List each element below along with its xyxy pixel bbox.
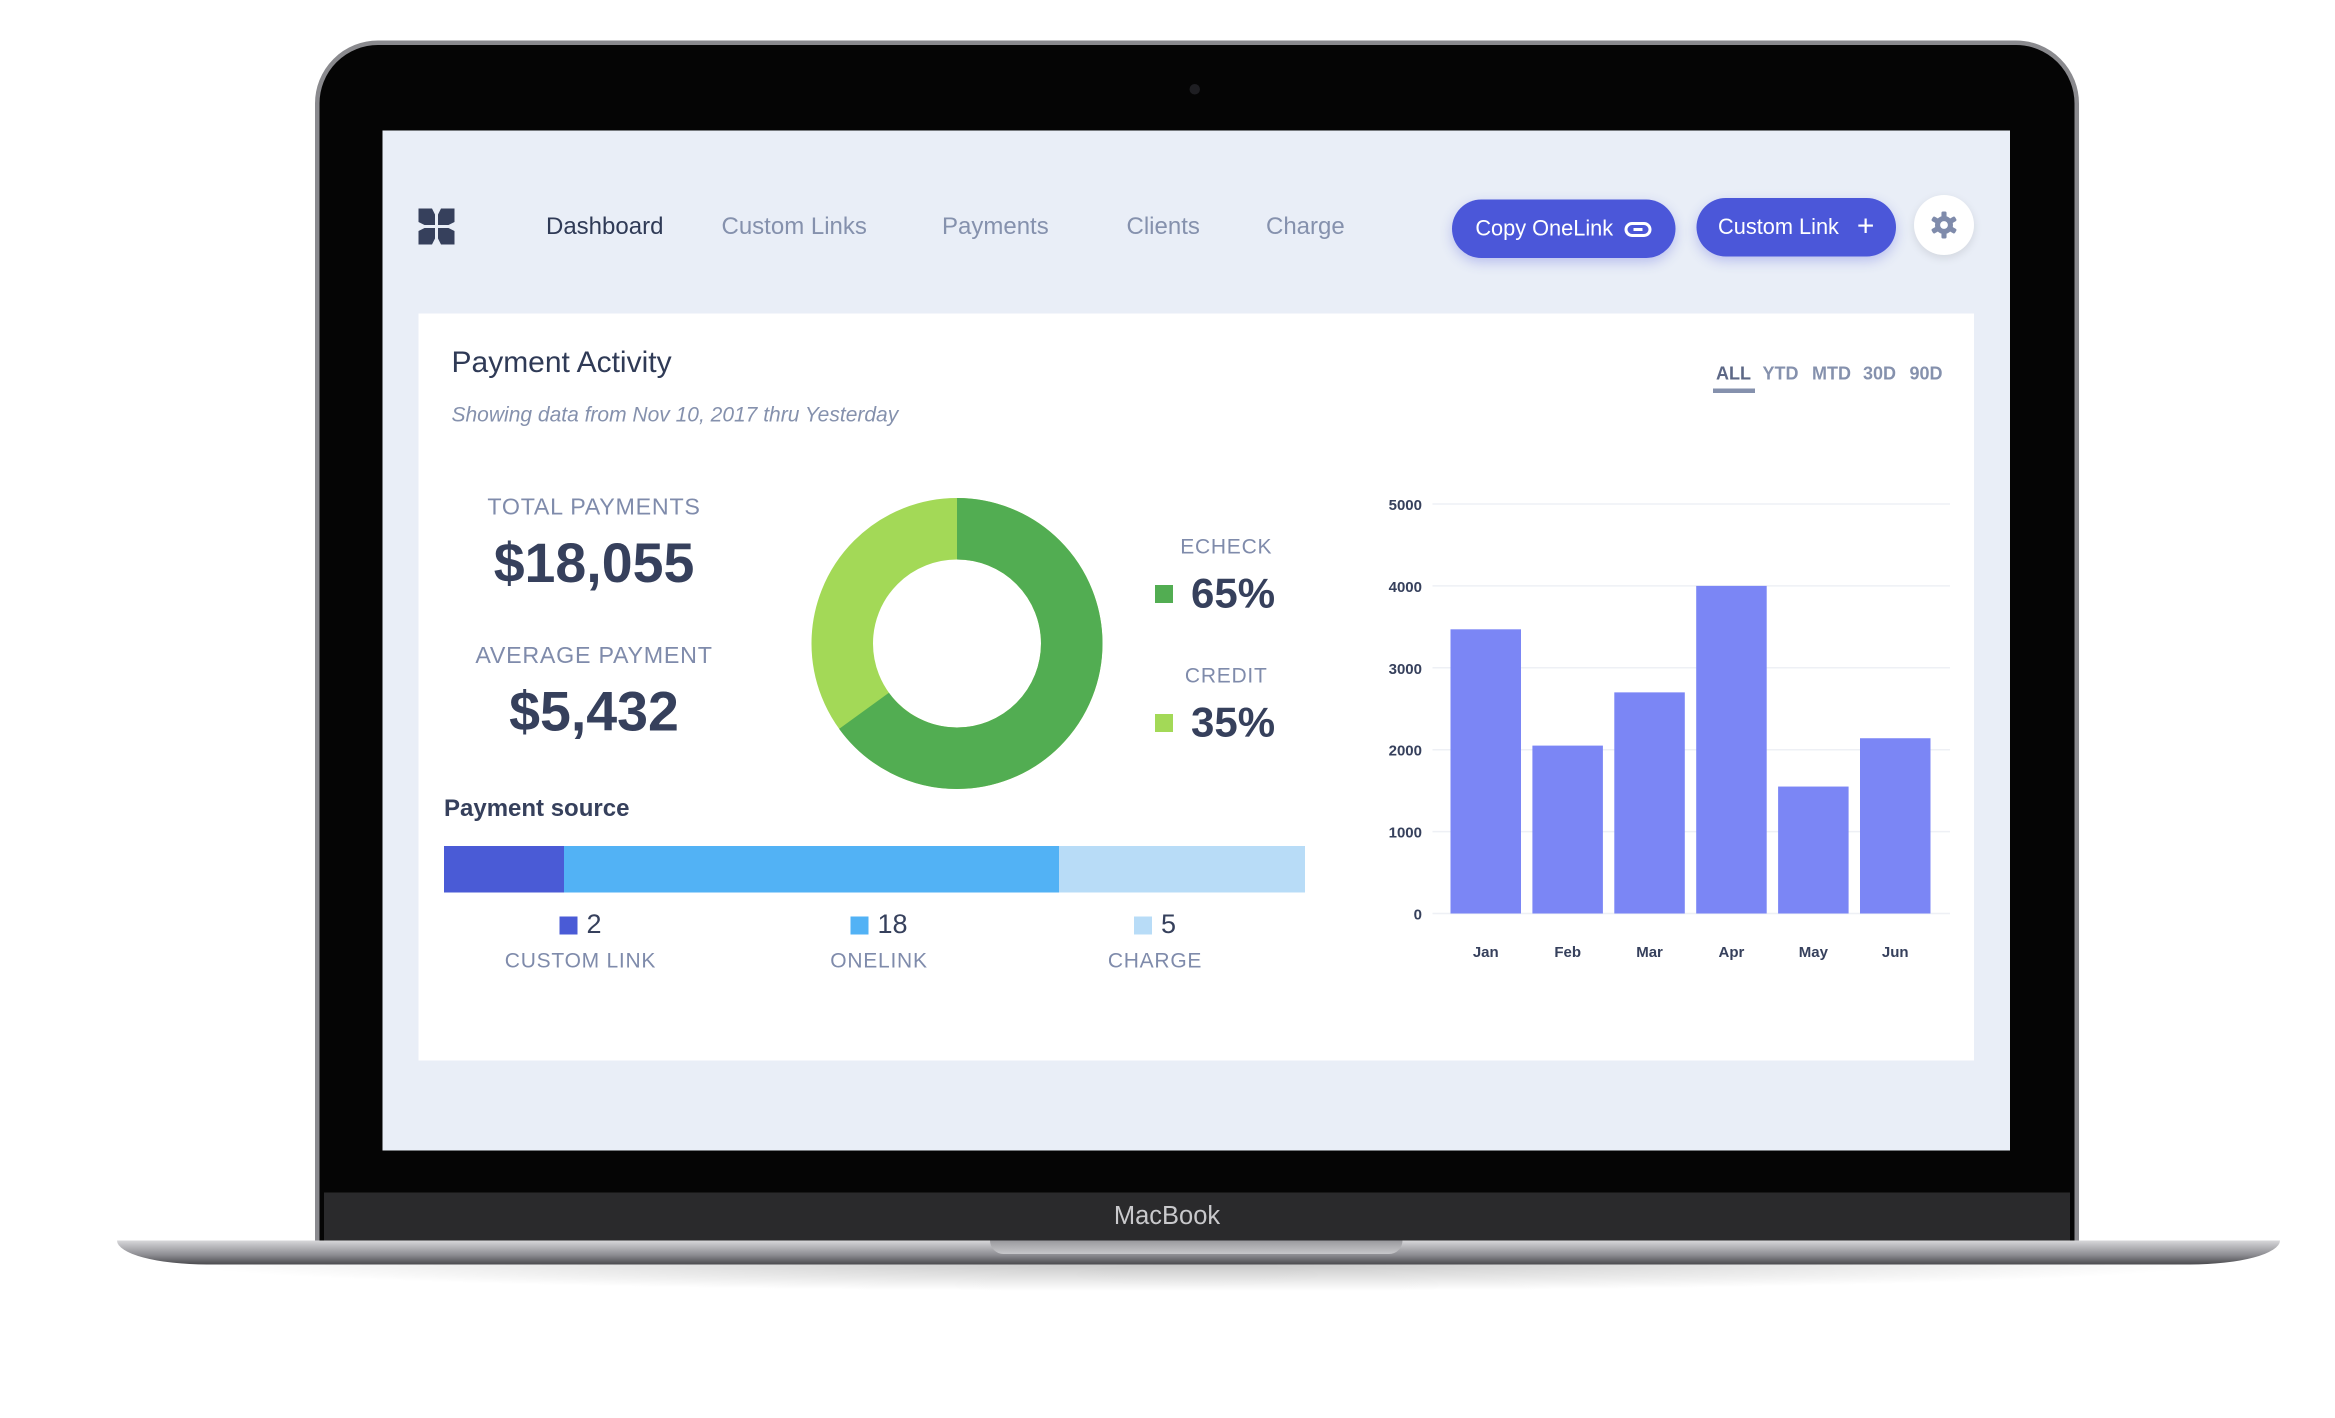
gear-icon (1931, 211, 1957, 239)
bar-feb (1532, 745, 1603, 914)
custom-link-label: CUSTOM LINK (504, 948, 657, 972)
range-tab-30d[interactable]: 30D (1863, 363, 1896, 384)
payment-source-bar (444, 846, 1305, 893)
total-payments-value: $18,055 (493, 532, 695, 595)
x-tick-label: Jan (1473, 944, 1499, 961)
average-payment-label: AVERAGE PAYMENT (475, 643, 713, 670)
nav-payments[interactable]: Payments (942, 215, 1049, 242)
link-icon (1625, 221, 1653, 237)
device-brand: MacBook (1113, 1201, 1221, 1231)
onelink-swatch (850, 915, 869, 934)
echeck-percent: 65% (1191, 570, 1276, 617)
bar-may (1778, 786, 1849, 914)
x-tick-label: Mar (1636, 944, 1663, 961)
nav-charge[interactable]: Charge (1266, 215, 1345, 242)
custom-link-swatch (559, 915, 578, 934)
camera (1189, 84, 1200, 95)
x-tick-label: Feb (1554, 944, 1581, 961)
laptop-shadow (180, 1264, 2214, 1292)
x-tick-label: Apr (1719, 944, 1745, 961)
echeck-swatch (1155, 585, 1173, 603)
nav-custom-links[interactable]: Custom Links (722, 215, 867, 242)
copy-onelink-label: Copy OneLink (1475, 216, 1614, 241)
charge-label: CHARGE (1107, 948, 1203, 972)
custom-link-label: Custom Link (1718, 215, 1839, 240)
source-legend-charge: 5 CHARGE (1065, 909, 1245, 972)
credit-percent: 35% (1191, 699, 1276, 746)
settings-button[interactable] (1914, 195, 1974, 255)
y-tick-label: 3000 (1389, 661, 1422, 678)
card-subtitle: Showing data from Nov 10, 2017 thru Yest… (451, 402, 899, 426)
custom-link-count: 2 (586, 909, 602, 939)
source-segment-charge (1059, 846, 1305, 893)
range-tab-90d[interactable]: 90D (1910, 363, 1943, 384)
custom-link-button[interactable]: Custom Link + (1696, 198, 1896, 257)
nav-dashboard[interactable]: Dashboard (546, 215, 663, 242)
y-tick-label: 1000 (1389, 825, 1422, 842)
onelink-label: ONELINK (830, 948, 928, 972)
y-tick-label: 4000 (1389, 579, 1422, 596)
monthly-payments-bar-chart: 0 1000 2000 3000 4000 5000 Jan Feb Mar Apr May Jun (1389, 497, 1950, 961)
bar-apr (1696, 585, 1767, 914)
onelink-count: 18 (877, 909, 908, 939)
source-segment-custom-link (444, 846, 564, 893)
credit-legend: 35% (1155, 699, 1275, 747)
charge-swatch (1133, 915, 1152, 934)
echeck-label: ECHECK (1180, 534, 1273, 558)
nav-clients[interactable]: Clients (1127, 215, 1200, 242)
echeck-legend: 65% (1155, 570, 1275, 618)
laptop-notch (990, 1240, 1403, 1254)
credit-swatch (1155, 714, 1173, 732)
bar-jan (1450, 629, 1521, 914)
logo-icon[interactable] (418, 208, 455, 245)
bar-mar (1614, 692, 1685, 914)
payment-source-title: Payment source (444, 796, 630, 823)
y-tick-label: 2000 (1389, 743, 1422, 760)
range-tab-all[interactable]: ALL (1716, 363, 1751, 384)
y-tick-label: 5000 (1389, 497, 1422, 514)
x-tick-label: May (1799, 944, 1829, 961)
average-payment-value: $5,432 (509, 681, 679, 743)
source-legend-custom-link: 2 CUSTOM LINK (491, 909, 671, 972)
copy-onelink-button[interactable]: Copy OneLink (1452, 199, 1676, 258)
total-payments-label: TOTAL PAYMENTS (487, 495, 701, 521)
charge-count: 5 (1160, 909, 1176, 939)
credit-label: CREDIT (1184, 663, 1268, 687)
payment-type-donut (811, 498, 1103, 789)
x-tick-label: Jun (1882, 944, 1909, 961)
range-tab-ytd[interactable]: YTD (1763, 363, 1799, 384)
card-title: Payment Activity (451, 346, 672, 380)
range-tab-underline (1713, 388, 1755, 393)
range-tab-mtd[interactable]: MTD (1812, 363, 1851, 384)
source-segment-onelink (564, 846, 1059, 893)
y-tick-label: 0 (1414, 907, 1422, 924)
bar-jun (1860, 738, 1931, 914)
source-legend-onelink: 18 ONELINK (789, 909, 969, 972)
plus-icon: + (1856, 210, 1875, 243)
